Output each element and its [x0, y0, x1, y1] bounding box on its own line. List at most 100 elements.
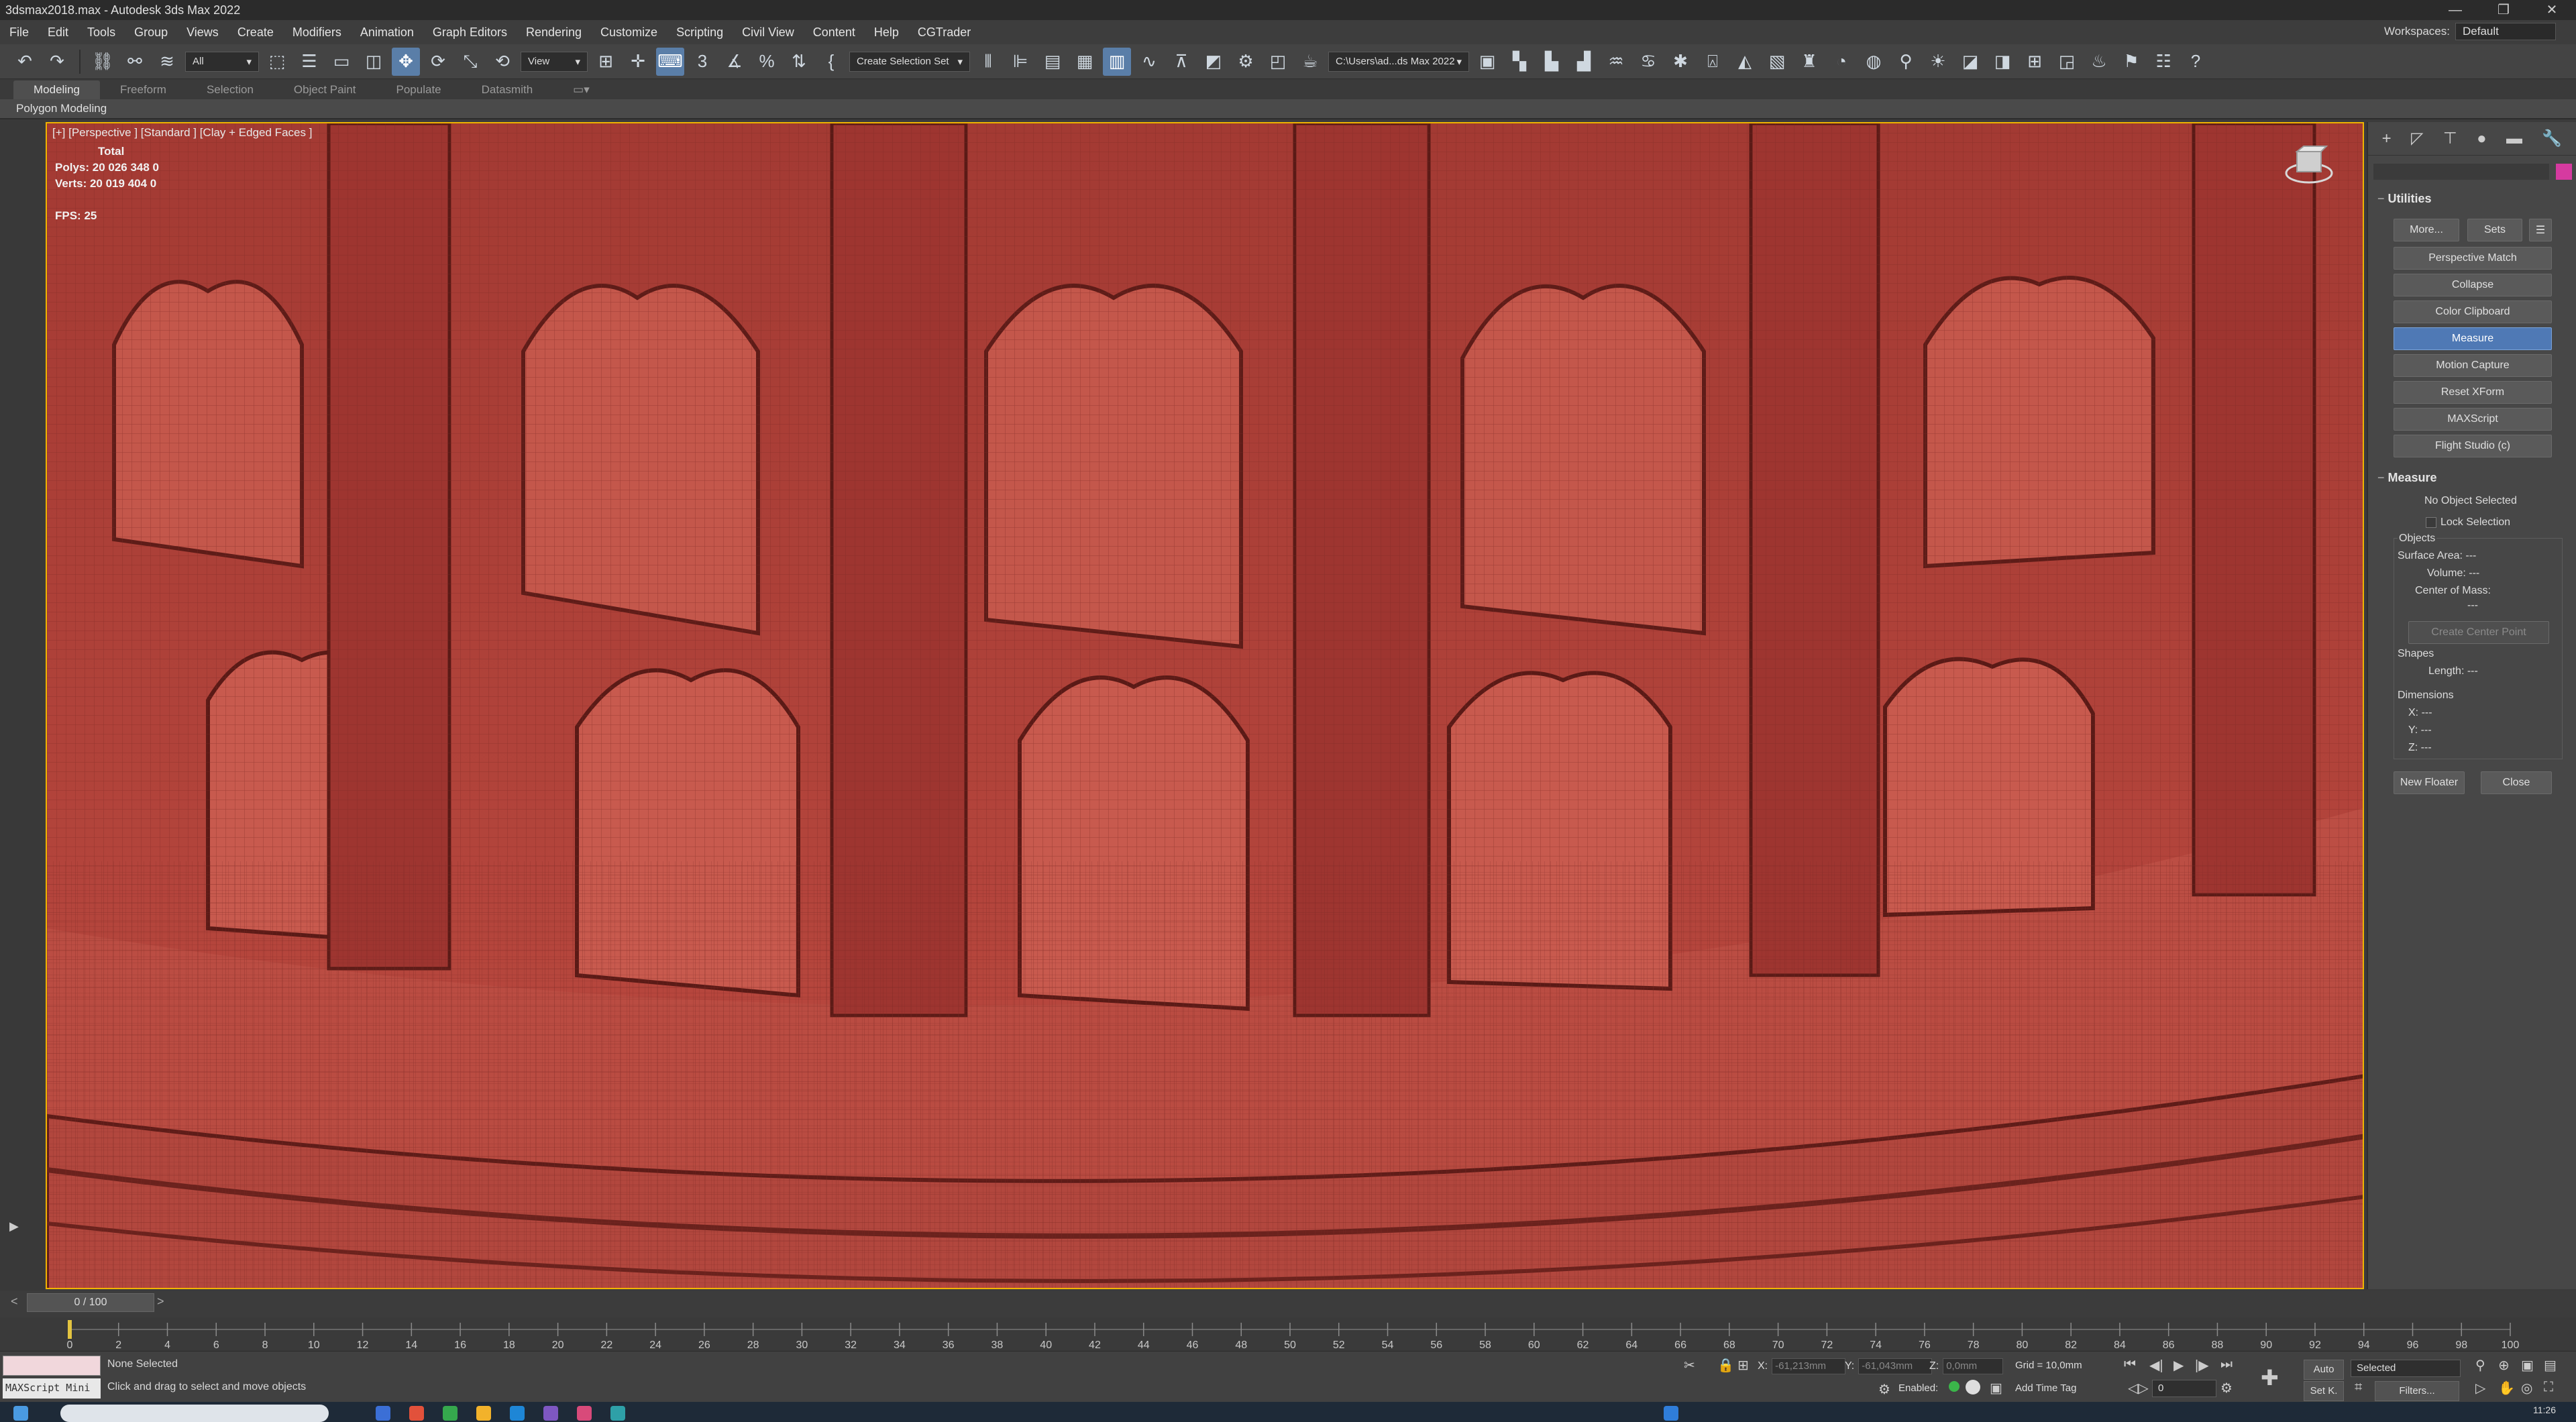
create-tab-icon[interactable]: +	[2382, 129, 2392, 148]
new-floater-button[interactable]: New Floater	[2394, 771, 2465, 794]
cgtrader-tool-8-icon[interactable]: ◔	[1827, 48, 1856, 76]
window-crossing-icon[interactable]: ◫	[360, 48, 388, 76]
taskbar-app-icon[interactable]	[476, 1406, 491, 1421]
adaptive-degradation-icon[interactable]: ⚙	[1878, 1381, 1890, 1398]
cgtrader-tool-6-icon[interactable]: ▧	[1763, 48, 1791, 76]
time-slider-prev-icon[interactable]: <	[11, 1295, 18, 1309]
menu-scripting[interactable]: Scripting	[667, 25, 733, 40]
material-editor-icon[interactable]: ◩	[1199, 48, 1228, 76]
menu-customize[interactable]: Customize	[591, 25, 667, 40]
tab-object-paint[interactable]: Object Paint	[274, 80, 376, 99]
field-of-view-icon[interactable]: ▷	[2475, 1380, 2485, 1397]
sets-button[interactable]: Sets	[2467, 219, 2522, 241]
selection-filter-dropdown[interactable]: All ▾	[185, 51, 259, 72]
tab-populate[interactable]: Populate	[376, 80, 462, 99]
ribbon-toggle-icon[interactable]: ▥	[1103, 47, 1131, 76]
utilities-rollout-header[interactable]: Utilities	[2377, 192, 2432, 206]
expand-layouts-icon[interactable]: ▶	[9, 1219, 19, 1234]
time-config-icon[interactable]: ⚙	[2220, 1380, 2233, 1397]
menu-animation[interactable]: Animation	[351, 25, 423, 40]
taskbar-app-icon[interactable]	[610, 1406, 625, 1421]
list-icon[interactable]: ☷	[2149, 48, 2178, 76]
workspaces-dropdown[interactable]: Default	[2455, 23, 2556, 40]
more-button[interactable]: More...	[2394, 219, 2459, 241]
x-coordinate-field[interactable]: -61,213mm	[1772, 1358, 1846, 1374]
absolute-mode-icon[interactable]: ⊞	[1737, 1357, 1749, 1374]
reset-xform-button[interactable]: Reset XForm	[2394, 381, 2552, 404]
zoom-extents-icon[interactable]: ▣	[2521, 1357, 2534, 1374]
maximize-viewport-icon[interactable]: ⛶	[2544, 1380, 2553, 1395]
measure-button[interactable]: Measure	[2394, 327, 2552, 350]
layer-explorer-icon[interactable]: ▤	[1038, 48, 1067, 76]
maxscript-button[interactable]: MAXScript	[2394, 408, 2552, 431]
taskbar-app-icon[interactable]	[443, 1406, 458, 1421]
time-slider-next-icon[interactable]: >	[157, 1295, 164, 1309]
track-bar[interactable]: 0 2 4 6 8 10 12 14 16 18 20 22 24 26 28 30 32 34 36 38 40 42 4…	[0, 1317, 2576, 1351]
auto-key-button[interactable]: Auto	[2304, 1360, 2344, 1380]
time-tag-indicator[interactable]	[1966, 1380, 1980, 1394]
save-project-icon[interactable]: ▙	[1538, 48, 1566, 76]
selection-lock-icon[interactable]: 🔒	[1717, 1357, 1734, 1374]
grid-icon[interactable]: ⊞	[2021, 48, 2049, 76]
taskbar-app-icon[interactable]	[376, 1406, 390, 1421]
undo-icon[interactable]: ↶	[11, 48, 39, 76]
menu-help[interactable]: Help	[865, 25, 908, 40]
select-by-name-icon[interactable]: ☰	[295, 48, 323, 76]
menu-file[interactable]: File	[0, 25, 38, 40]
time-slider[interactable]: < 0 / 100 >	[0, 1291, 2576, 1317]
named-selection-dropdown[interactable]: Create Selection Set ▾	[849, 51, 970, 72]
set-key-button[interactable]: Set K.	[2304, 1381, 2344, 1401]
time-tag-icon[interactable]: ▣	[1990, 1380, 2002, 1397]
hierarchy-tab-icon[interactable]: ⊤	[2443, 129, 2457, 148]
keyboard-shortcut-override-icon[interactable]: ⌨	[656, 47, 684, 76]
mirror-icon[interactable]: ⫴	[974, 48, 1002, 76]
cgtrader-tool-13-icon[interactable]: ◲	[2053, 48, 2081, 76]
perspective-match-button[interactable]: Perspective Match	[2394, 247, 2552, 270]
maximize-button[interactable]: ❐	[2479, 0, 2528, 20]
orbit-icon[interactable]: ◎	[2521, 1380, 2532, 1397]
viewport-label-menu[interactable]: [+] [Perspective ] [Standard ] [Clay + E…	[52, 126, 312, 140]
ref-coord-dropdown[interactable]: View ▾	[521, 51, 588, 72]
project-folder-dropdown[interactable]: C:\Users\ad...ds Max 2022 ▾	[1328, 51, 1469, 72]
color-clipboard-button[interactable]: Color Clipboard	[2394, 300, 2552, 323]
select-manipulate-icon[interactable]: ✛	[624, 48, 652, 76]
isolate-selection-icon[interactable]: ✂	[1684, 1357, 1695, 1374]
angle-snap-icon[interactable]: ∡	[720, 48, 749, 76]
menu-graph-editors[interactable]: Graph Editors	[423, 25, 517, 40]
collapse-button[interactable]: Collapse	[2394, 274, 2552, 296]
menu-group[interactable]: Group	[125, 25, 177, 40]
display-tab-icon[interactable]: ▬	[2506, 129, 2522, 148]
zoom-all-icon[interactable]: ⊕	[2498, 1357, 2510, 1374]
toggle-scene-explorer-icon[interactable]: ▦	[1071, 48, 1099, 76]
cgtrader-tool-15-icon[interactable]: ⚑	[2117, 48, 2145, 76]
polygon-modeling-label[interactable]: Polygon Modeling	[16, 102, 107, 115]
spinner-snap-icon[interactable]: ⇅	[785, 48, 813, 76]
unlink-icon[interactable]: ⚯	[121, 48, 149, 76]
key-filter-icon[interactable]: ⌗	[2355, 1380, 2362, 1395]
cgtrader-tool-4-icon[interactable]: ⍓	[1699, 48, 1727, 76]
maxscript-mini-listener[interactable]: MAXScript Mini	[3, 1378, 101, 1399]
cgtrader-tool-12-icon[interactable]: ◨	[1988, 48, 2017, 76]
zoom-icon[interactable]: ⚲	[2475, 1357, 2485, 1374]
set-key-icon[interactable]: ✚	[2261, 1365, 2279, 1390]
taskbar-app-icon[interactable]	[543, 1406, 558, 1421]
object-color-swatch[interactable]	[2556, 164, 2572, 180]
rect-selection-icon[interactable]: ▭	[327, 48, 356, 76]
cgtrader-tool-2-icon[interactable]: ♋	[1634, 48, 1662, 76]
link-icon[interactable]: ⛓	[89, 48, 117, 76]
menu-views[interactable]: Views	[177, 25, 228, 40]
close-window-button[interactable]: ✕	[2528, 0, 2576, 20]
pivot-center-icon[interactable]: ⊞	[592, 48, 620, 76]
render-setup-icon[interactable]: ⚙	[1232, 48, 1260, 76]
play-icon[interactable]: ▶	[2174, 1357, 2184, 1374]
menu-create[interactable]: Create	[228, 25, 283, 40]
menu-civil-view[interactable]: Civil View	[733, 25, 804, 40]
motion-tab-icon[interactable]: ●	[2477, 129, 2487, 148]
cgtrader-tool-11-icon[interactable]: ◪	[1956, 48, 1984, 76]
taskbar-app-icon[interactable]	[409, 1406, 424, 1421]
key-mode-icon[interactable]: ◁▷	[2128, 1380, 2149, 1397]
curve-editor-icon[interactable]: ∿	[1135, 48, 1163, 76]
flight-studio-button[interactable]: Flight Studio (c)	[2394, 435, 2552, 457]
next-frame-icon[interactable]: |▶	[2195, 1357, 2209, 1374]
tab-freeform[interactable]: Freeform	[100, 80, 186, 99]
